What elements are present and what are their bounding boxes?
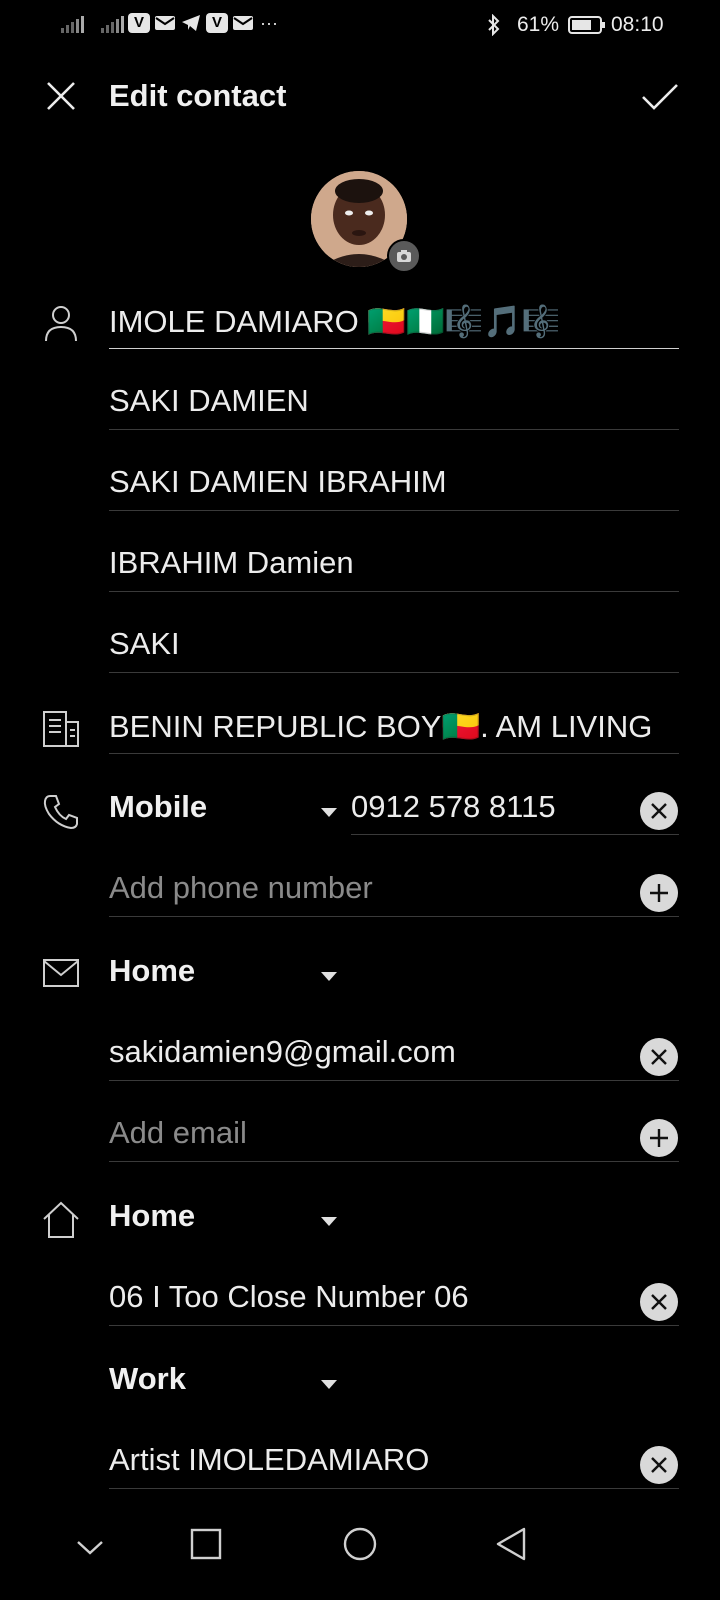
clear-work-button[interactable]	[640, 1446, 678, 1484]
address-type-dropdown-icon[interactable]	[321, 1217, 337, 1226]
divider	[109, 348, 679, 349]
camera-icon[interactable]	[387, 239, 421, 273]
viber-icon: V	[206, 13, 228, 33]
viber-icon: V	[128, 13, 150, 33]
home-icon	[41, 1200, 81, 1240]
home-nav-icon[interactable]	[342, 1526, 378, 1567]
name-field[interactable]: IBRAHIM Damien	[109, 545, 679, 581]
email-field[interactable]: sakidamien9@gmail.com	[109, 1034, 609, 1070]
status-bar: V V ··· 61% 08:10	[0, 0, 720, 50]
back-icon[interactable]	[494, 1526, 528, 1567]
clock: 08:10	[611, 13, 664, 36]
recents-icon[interactable]	[189, 1527, 223, 1566]
work-field[interactable]: Artist IMOLEDAMIARO	[109, 1442, 609, 1478]
more-notifications-icon: ···	[260, 12, 278, 33]
person-icon	[44, 304, 78, 342]
phone-number-field[interactable]: 0912 578 8115	[351, 789, 621, 825]
signal-strength-icon	[60, 14, 84, 34]
bluetooth-icon	[485, 13, 503, 41]
divider	[109, 1488, 679, 1489]
divider	[109, 1161, 679, 1162]
email-icon	[42, 958, 80, 990]
divider	[109, 753, 679, 754]
battery-percent: 61%	[517, 13, 560, 36]
notification-icons: V V ···	[128, 13, 280, 33]
add-email-field[interactable]: Add email	[109, 1115, 609, 1151]
add-phone-button[interactable]	[640, 874, 678, 912]
clear-email-button[interactable]	[640, 1038, 678, 1076]
email-type-dropdown-icon[interactable]	[321, 972, 337, 981]
check-icon[interactable]	[640, 80, 680, 114]
battery-icon	[568, 15, 606, 40]
address-field[interactable]: 06 I Too Close Number 06	[109, 1279, 609, 1315]
add-phone-field[interactable]: Add phone number	[109, 870, 609, 906]
note-icon	[42, 710, 80, 748]
close-icon[interactable]	[44, 79, 78, 113]
phone-icon	[42, 793, 80, 831]
divider	[109, 510, 679, 511]
page-title: Edit contact	[109, 78, 287, 113]
work-type-label[interactable]: Work	[109, 1361, 186, 1397]
navigation-bar	[0, 1500, 720, 1600]
name-field[interactable]: SAKI	[109, 626, 679, 662]
divider	[351, 834, 679, 835]
mail-icon	[232, 13, 254, 33]
mail-icon	[154, 13, 176, 33]
divider	[109, 429, 679, 430]
name-field[interactable]: IMOLE DAMIARO 🇧🇯🇳🇬🎼🎵🎼	[109, 303, 679, 340]
divider	[109, 591, 679, 592]
phone-type-label[interactable]: Mobile	[109, 789, 207, 825]
work-type-dropdown-icon[interactable]	[321, 1380, 337, 1389]
divider	[109, 1325, 679, 1326]
collapse-nav-icon[interactable]	[75, 1537, 105, 1562]
address-type-label[interactable]: Home	[109, 1198, 195, 1234]
clear-address-button[interactable]	[640, 1283, 678, 1321]
divider	[109, 672, 679, 673]
divider	[109, 916, 679, 917]
note-field[interactable]: BENIN REPUBLIC BOY🇧🇯. AM LIVING	[109, 708, 679, 745]
signal-strength-2-icon	[100, 14, 124, 34]
add-email-button[interactable]	[640, 1119, 678, 1157]
name-field[interactable]: SAKI DAMIEN IBRAHIM	[109, 464, 679, 500]
name-field[interactable]: SAKI DAMIEN	[109, 383, 679, 419]
phone-type-dropdown-icon[interactable]	[321, 808, 337, 817]
clear-phone-button[interactable]	[640, 792, 678, 830]
telegram-icon	[180, 13, 202, 33]
divider	[109, 1080, 679, 1081]
email-type-label[interactable]: Home	[109, 953, 195, 989]
